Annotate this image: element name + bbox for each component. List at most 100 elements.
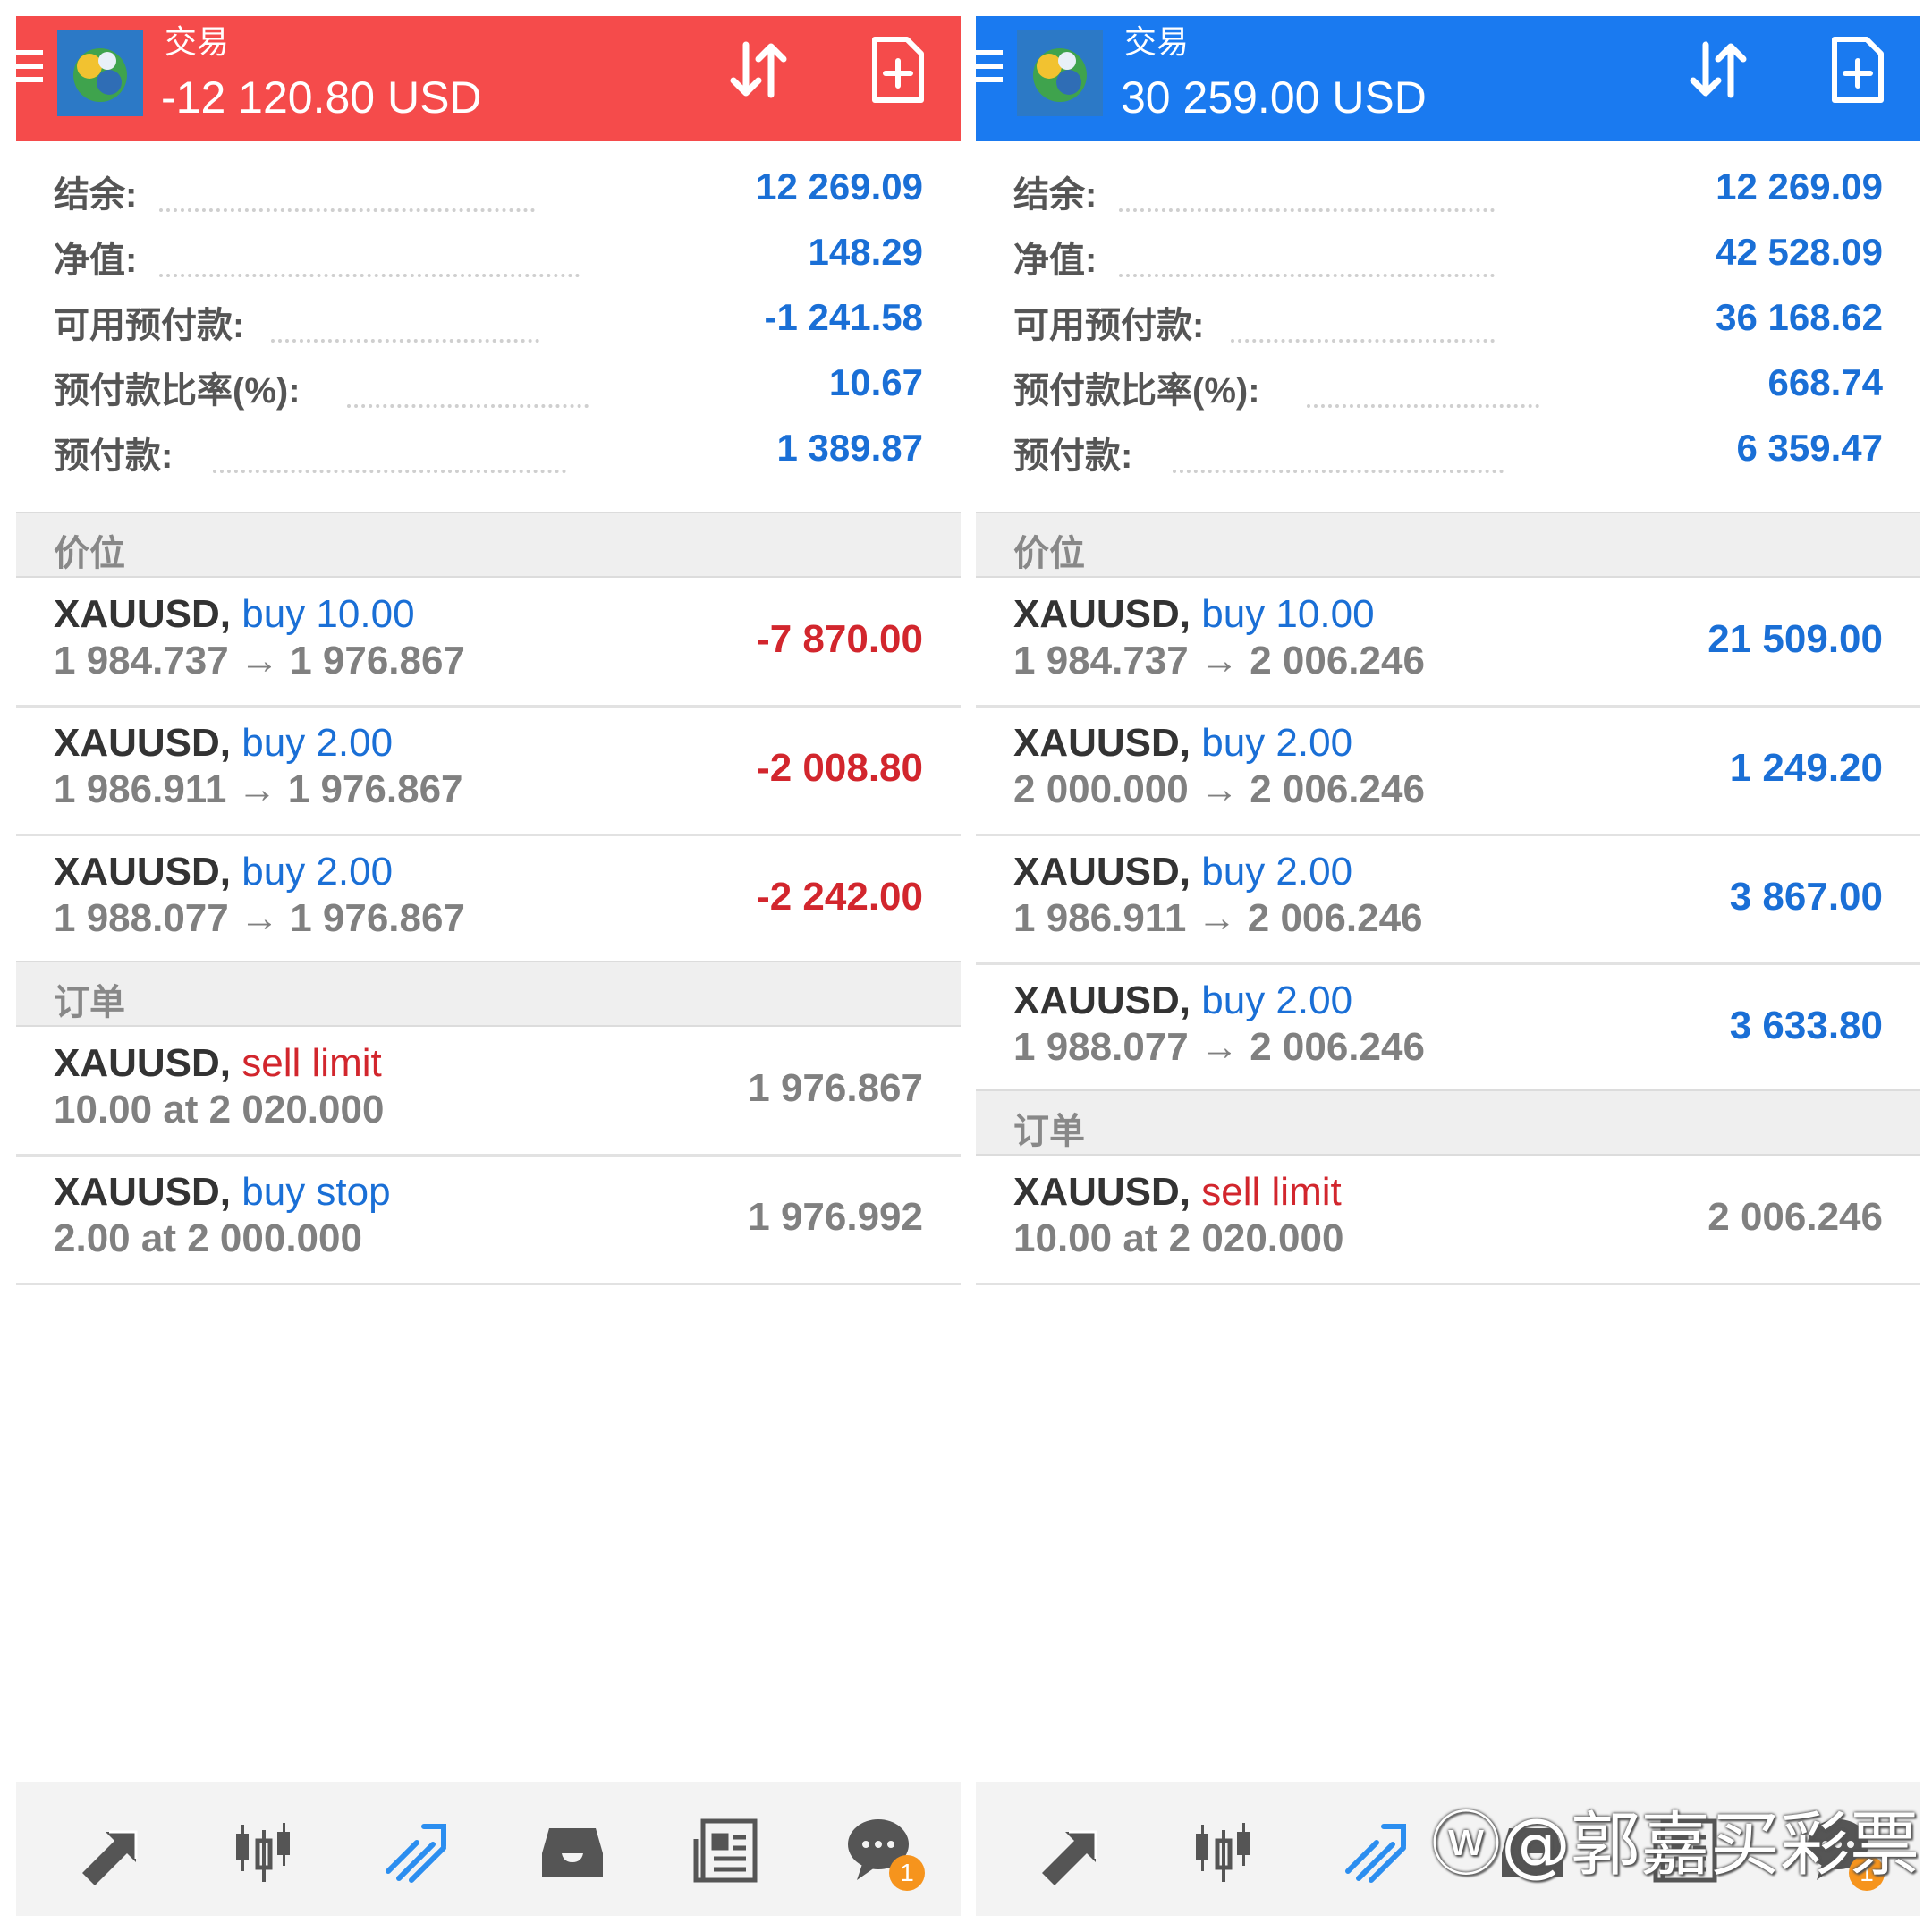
summary-value: 12 269.09 [1716,165,1883,208]
summary-label: 预付款比率(%): [54,371,301,411]
position-profit: -2 242.00 [757,875,923,919]
summary-value: -1 241.58 [764,296,923,338]
position-profit: 3 633.80 [1729,1004,1883,1047]
summary-row-equity: 净值: 42 528.09 [976,222,1920,287]
chat-unread-badge: 1 [889,1855,925,1891]
position-title: XAUUSD, buy 2.00 [54,850,393,894]
summary-label: 可用预付款: [1013,306,1205,345]
summary-row-margin: 预付款: 1 389.87 [16,418,961,483]
quotes-arrows-icon[interactable] [1033,1814,1105,1885]
summary-row-free-margin: 可用预付款: 36 168.62 [976,287,1920,352]
summary-value: 6 359.47 [1736,427,1884,469]
order-title: XAUUSD, buy stop [54,1170,391,1215]
header-title: 交易 [165,23,230,60]
position-profit: -7 870.00 [757,617,923,661]
symbol-label: XAUUSD, [1013,592,1191,636]
position-row[interactable]: XAUUSD, buy 2.00 2 000.000 → 2 006.246 1… [976,707,1920,836]
summary-row-balance: 结余: 12 269.09 [16,157,961,222]
position-row[interactable]: XAUUSD, buy 2.00 1 986.911 → 1 976.867 -… [16,707,961,836]
order-type: sell limit [242,1041,382,1085]
header-profit-amount: 30 259.00 USD [1121,72,1427,123]
order-detail: 10.00 at 2 020.000 [1013,1216,1344,1260]
symbol-label: XAUUSD, [1013,721,1191,765]
order-type: buy stop [242,1170,391,1214]
dotted-leader [1307,360,1539,408]
watermark-text: @郭嘉买彩票 [1501,1805,1920,1885]
position-row[interactable]: XAUUSD, buy 2.00 1 988.077 → 2 006.246 3… [976,964,1920,1094]
summary-value: 36 168.62 [1716,296,1883,338]
order-title: XAUUSD, sell limit [1013,1170,1342,1215]
trade-trend-icon[interactable] [1341,1814,1412,1885]
symbol-label: XAUUSD, [1013,1170,1191,1214]
position-row[interactable]: XAUUSD, buy 2.00 1 988.077 → 1 976.867 -… [16,835,961,965]
new-order-document-icon[interactable] [1822,34,1894,106]
sort-arrows-icon[interactable] [723,34,794,106]
dotted-leader [347,360,589,408]
order-type: sell limit [1201,1170,1342,1214]
sort-arrows-icon[interactable] [1682,34,1754,106]
symbol-label: XAUUSD, [54,850,232,894]
trade-side: buy 2.00 [1201,721,1353,765]
bottom-nav: 1 [16,1782,961,1916]
chat-icon[interactable]: 1 [844,1814,925,1891]
summary-label: 净值: [1013,241,1097,280]
position-row[interactable]: XAUUSD, buy 10.00 1 984.737 → 2 006.246 … [976,578,1920,708]
order-detail: 2.00 at 2 000.000 [54,1216,362,1260]
section-label: 订单 [54,983,125,1022]
symbol-label: XAUUSD, [1013,979,1191,1022]
trade-side: buy 2.00 [1201,850,1353,894]
order-detail: 10.00 at 2 020.000 [54,1088,385,1131]
position-title: XAUUSD, buy 10.00 [1013,592,1375,637]
trade-side: buy 2.00 [1201,979,1353,1022]
symbol-label: XAUUSD, [54,592,232,636]
order-row[interactable]: XAUUSD, sell limit 10.00 at 2 020.000 2 … [976,1156,1920,1285]
trade-panel-left: 交易 -12 120.80 USD 结余: 12 269.09 净值: 148.… [16,0,961,1932]
order-row[interactable]: XAUUSD, sell limit 10.00 at 2 020.000 1 … [16,1027,961,1157]
section-label: 价位 [1013,534,1085,573]
price-range: 1 984.737 → 2 006.246 [1013,639,1425,682]
summary-row-equity: 净值: 148.29 [16,222,961,287]
dotted-leader [271,294,539,343]
summary-label: 预付款: [1013,436,1133,476]
news-icon[interactable] [691,1814,762,1885]
summary-label: 净值: [54,241,138,280]
account-summary: 结余: 12 269.09 净值: 148.29 可用预付款: -1 241.5… [16,143,961,510]
new-order-document-icon[interactable] [862,34,934,106]
trade-side: buy 2.00 [242,850,394,894]
current-price: 1 976.867 [748,1066,923,1110]
metatrader-logo-icon [57,30,143,116]
weibo-logo-icon: ⓦ [1431,1805,1502,1885]
summary-row-balance: 结余: 12 269.09 [976,157,1920,222]
price-range: 1 986.911 → 2 006.246 [1013,896,1423,940]
chart-candles-icon[interactable] [1187,1814,1258,1885]
history-inbox-icon[interactable] [537,1814,608,1885]
quotes-arrows-icon[interactable] [73,1814,145,1885]
dotted-leader [213,425,566,473]
trade-side: buy 10.00 [242,592,415,636]
orders-section-header: 订单 [16,961,961,1027]
hamburger-icon[interactable] [16,50,43,89]
hamburger-icon[interactable] [976,50,1003,89]
header-profit-amount: -12 120.80 USD [161,72,482,123]
header-title: 交易 [1124,23,1190,60]
summary-label: 预付款比率(%): [1013,371,1260,411]
current-price: 2 006.246 [1707,1195,1883,1239]
position-title: XAUUSD, buy 2.00 [1013,850,1352,894]
position-row[interactable]: XAUUSD, buy 10.00 1 984.737 → 1 976.867 … [16,578,961,708]
section-label: 订单 [1013,1112,1085,1151]
summary-row-margin-level: 预付款比率(%): 668.74 [976,352,1920,418]
summary-value: 10.67 [828,361,923,403]
app-header: 交易 -12 120.80 USD [16,16,961,141]
price-range: 1 984.737 → 1 976.867 [54,639,465,682]
position-row[interactable]: XAUUSD, buy 2.00 1 986.911 → 2 006.246 3… [976,835,1920,965]
dotted-leader [1231,294,1495,343]
chart-candles-icon[interactable] [227,1814,299,1885]
position-title: XAUUSD, buy 2.00 [1013,721,1352,766]
trade-trend-icon[interactable] [381,1814,453,1885]
trade-side: buy 10.00 [1201,592,1375,636]
symbol-label: XAUUSD, [54,1170,232,1214]
position-profit: 1 249.20 [1729,746,1883,790]
summary-label: 结余: [54,175,138,215]
symbol-label: XAUUSD, [54,1041,232,1085]
order-row[interactable]: XAUUSD, buy stop 2.00 at 2 000.000 1 976… [16,1156,961,1285]
